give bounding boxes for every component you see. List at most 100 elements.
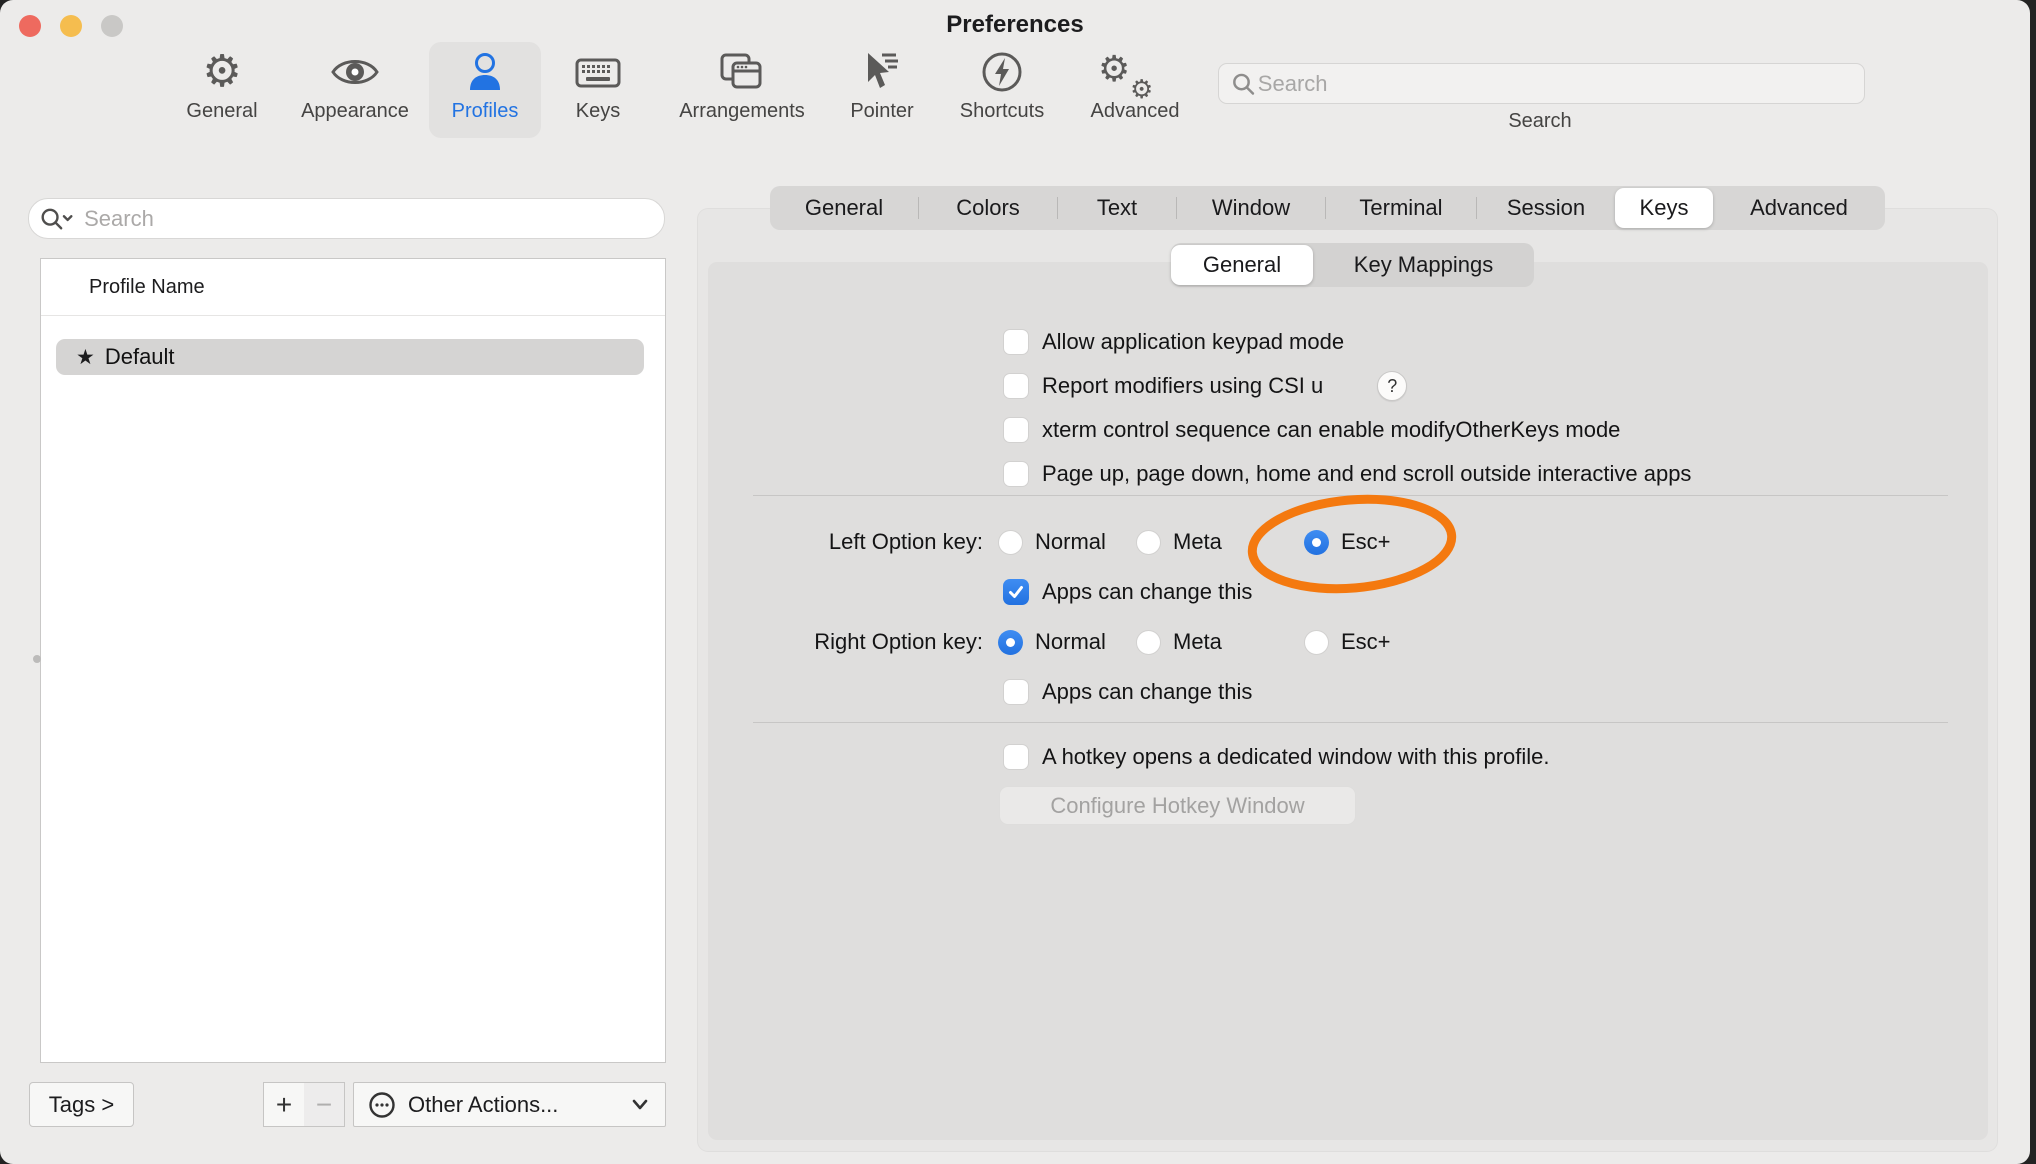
- help-button[interactable]: ?: [1377, 371, 1407, 401]
- checkbox-row-hotkey[interactable]: A hotkey opens a dedicated window with t…: [1003, 743, 1550, 771]
- tab-general[interactable]: General: [770, 186, 918, 230]
- gears-icon: ⚙ ⚙: [1060, 46, 1210, 98]
- star-icon: ★: [76, 345, 95, 369]
- toolbar-item-appearance[interactable]: Appearance: [280, 46, 430, 138]
- checkbox-unchecked[interactable]: [1003, 417, 1029, 443]
- profile-row-default[interactable]: ★ Default: [56, 339, 644, 375]
- radio-label: Normal: [1035, 529, 1106, 555]
- radio-unselected[interactable]: [998, 530, 1023, 555]
- tab-colors[interactable]: Colors: [919, 186, 1057, 230]
- tab-keys[interactable]: Keys: [1615, 188, 1713, 228]
- radio-label: Esc+: [1341, 629, 1391, 655]
- checkbox-unchecked[interactable]: [1003, 373, 1029, 399]
- keyboard-icon: [523, 46, 673, 98]
- profile-list-header: Profile Name: [41, 259, 665, 316]
- minus-icon: −: [316, 1089, 332, 1121]
- configure-hotkey-window-label: Configure Hotkey Window: [1050, 793, 1304, 819]
- toolbar-label: Appearance: [280, 100, 430, 123]
- configure-hotkey-window-button[interactable]: Configure Hotkey Window: [999, 786, 1356, 825]
- gear-icon: ⚙: [147, 46, 297, 98]
- radio-label: Meta: [1173, 529, 1222, 555]
- radio-unselected[interactable]: [1304, 630, 1329, 655]
- windows-icon: [667, 46, 817, 98]
- checkbox-label: Report modifiers using CSI u: [1042, 373, 1323, 399]
- radio-right-normal[interactable]: Normal: [998, 628, 1106, 656]
- tags-button-label: Tags >: [49, 1092, 114, 1118]
- checkbox-label: Apps can change this: [1042, 579, 1252, 605]
- checkbox-row-right-apps[interactable]: Apps can change this: [1003, 678, 1252, 706]
- checkbox-label: Page up, page down, home and end scroll …: [1042, 461, 1691, 487]
- left-option-key-label: Left Option key:: [710, 528, 983, 556]
- radio-unselected[interactable]: [1136, 530, 1161, 555]
- section-divider: [753, 722, 1948, 723]
- checkbox-unchecked[interactable]: [1003, 461, 1029, 487]
- checkmark-icon: [1007, 583, 1025, 601]
- remove-profile-button[interactable]: −: [304, 1082, 345, 1127]
- radio-selected[interactable]: [1304, 530, 1329, 555]
- window-title: Preferences: [0, 11, 2030, 39]
- checkbox-label: xterm control sequence can enable modify…: [1042, 417, 1620, 443]
- profile-search-field[interactable]: [28, 198, 665, 239]
- search-menu-icon: [39, 205, 74, 233]
- tab-window[interactable]: Window: [1177, 186, 1325, 230]
- checkbox-row-left-apps[interactable]: Apps can change this: [1003, 578, 1252, 606]
- checkbox-label: Apps can change this: [1042, 679, 1252, 705]
- radio-label: Meta: [1173, 629, 1222, 655]
- toolbar-label: General: [147, 100, 297, 123]
- radio-label: Esc+: [1341, 529, 1391, 555]
- radio-label: Normal: [1035, 629, 1106, 655]
- checkbox-unchecked[interactable]: [1003, 744, 1029, 770]
- other-actions-dropdown[interactable]: Other Actions...: [353, 1082, 666, 1127]
- toolbar-item-keys[interactable]: Keys: [523, 46, 673, 138]
- radio-selected[interactable]: [998, 630, 1023, 655]
- tags-button[interactable]: Tags >: [29, 1082, 134, 1127]
- preferences-window: Preferences ⚙ General Appearance Profile…: [0, 0, 2030, 1164]
- toolbar-search-field[interactable]: [1218, 63, 1865, 104]
- radio-right-esc[interactable]: Esc+: [1304, 628, 1391, 656]
- checkbox-unchecked[interactable]: [1003, 329, 1029, 355]
- checkbox-checked[interactable]: [1003, 579, 1029, 605]
- circle-ellipsis-icon: [368, 1091, 396, 1119]
- bolt-circle-icon: [927, 46, 1077, 98]
- checkbox-unchecked[interactable]: [1003, 679, 1029, 705]
- radio-left-esc[interactable]: Esc+: [1304, 528, 1391, 556]
- toolbar-item-advanced[interactable]: ⚙ ⚙ Advanced: [1060, 46, 1210, 138]
- search-icon: [1231, 71, 1256, 97]
- keys-subtab-bar: General Key Mappings: [1171, 243, 1534, 287]
- profile-name: Default: [105, 344, 175, 370]
- add-profile-button[interactable]: +: [263, 1082, 305, 1127]
- toolbar-label: Arrangements: [667, 100, 817, 123]
- titlebar: Preferences: [0, 0, 2030, 44]
- checkbox-label: A hotkey opens a dedicated window with t…: [1042, 744, 1550, 770]
- checkbox-row-csi-u[interactable]: Report modifiers using CSI u ?: [1003, 372, 1407, 400]
- checkbox-row-modifyotherkeys[interactable]: xterm control sequence can enable modify…: [1003, 416, 1620, 444]
- checkbox-row-page-scroll[interactable]: Page up, page down, home and end scroll …: [1003, 460, 1691, 488]
- tab-advanced[interactable]: Advanced: [1713, 186, 1885, 230]
- radio-right-meta[interactable]: Meta: [1136, 628, 1222, 656]
- eye-icon: [280, 46, 430, 98]
- toolbar-item-arrangements[interactable]: Arrangements: [667, 46, 817, 138]
- other-actions-label: Other Actions...: [408, 1092, 629, 1118]
- radio-unselected[interactable]: [1136, 630, 1161, 655]
- profile-list: Profile Name ★ Default: [40, 258, 666, 1063]
- chevron-down-icon: [629, 1098, 651, 1112]
- tab-terminal[interactable]: Terminal: [1326, 186, 1476, 230]
- subtab-key-mappings[interactable]: Key Mappings: [1313, 243, 1534, 287]
- toolbar-search-caption: Search: [1440, 110, 1640, 133]
- radio-left-meta[interactable]: Meta: [1136, 528, 1222, 556]
- subtab-general[interactable]: General: [1171, 245, 1313, 285]
- toolbar-search-input[interactable]: [1256, 70, 1852, 98]
- radio-left-normal[interactable]: Normal: [998, 528, 1106, 556]
- toolbar-item-shortcuts[interactable]: Shortcuts: [927, 46, 1077, 138]
- toolbar-label: Shortcuts: [927, 100, 1077, 123]
- tab-text[interactable]: Text: [1058, 186, 1176, 230]
- section-divider: [753, 495, 1948, 496]
- checkbox-label: Allow application keypad mode: [1042, 329, 1344, 355]
- profile-search-input[interactable]: [82, 205, 654, 233]
- toolbar-item-general[interactable]: ⚙ General: [147, 46, 297, 138]
- right-option-key-label: Right Option key:: [710, 628, 983, 656]
- tab-session[interactable]: Session: [1477, 186, 1615, 230]
- toolbar-label: Keys: [523, 100, 673, 123]
- checkbox-row-keypad[interactable]: Allow application keypad mode: [1003, 328, 1344, 356]
- splitter-handle-dot[interactable]: [33, 655, 41, 663]
